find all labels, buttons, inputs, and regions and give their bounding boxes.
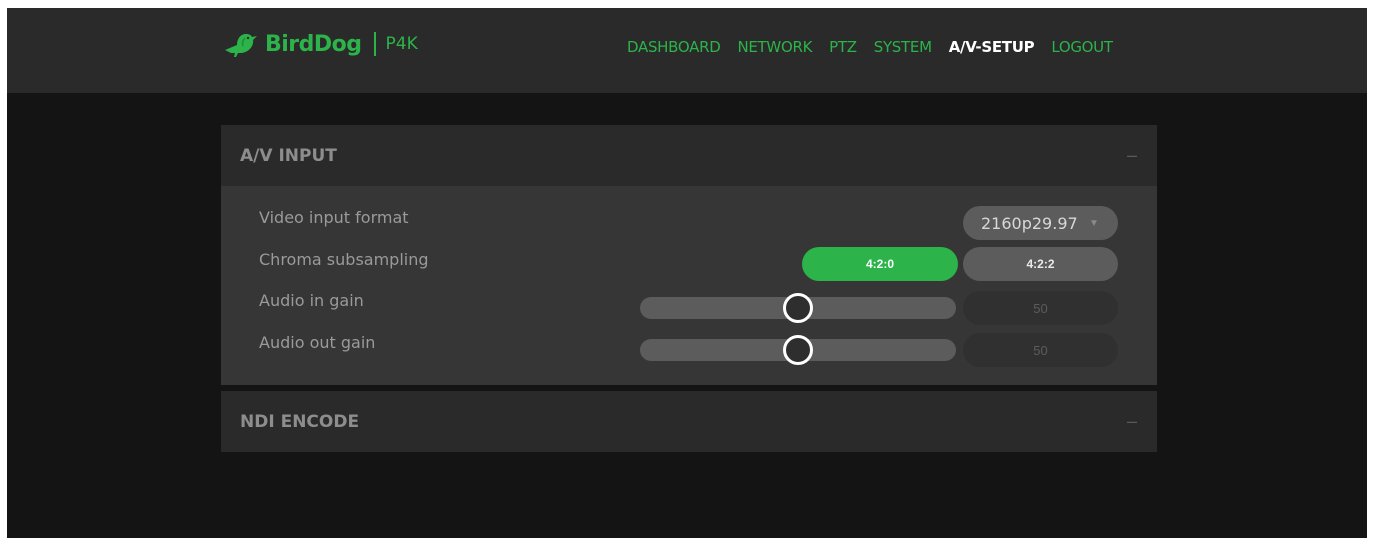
bird-logo-icon (225, 34, 257, 57)
chroma-subsampling-label: Chroma subsampling (259, 250, 429, 269)
app-frame: BirdDog P4K DASHBOARD NETWORK PTZ SYSTEM… (7, 8, 1367, 538)
ndi-encode-panel: NDI ENCODE – (221, 391, 1157, 452)
nav-ptz[interactable]: PTZ (829, 38, 857, 56)
model-name: P4K (385, 34, 418, 54)
audio-out-gain-value[interactable]: 50 (963, 333, 1118, 367)
audio-out-gain-knob[interactable] (783, 335, 813, 365)
logo[interactable]: BirdDog P4K (223, 24, 418, 64)
audio-out-gain-label: Audio out gain (259, 333, 376, 352)
nav-logout[interactable]: LOGOUT (1051, 38, 1113, 56)
av-input-body: Video input format 2160p29.97 ▼ Chroma s… (221, 186, 1157, 385)
video-input-format-select[interactable]: 2160p29.97 ▼ (963, 206, 1118, 240)
audio-out-gain-slider[interactable] (640, 335, 956, 365)
top-bar: BirdDog P4K DASHBOARD NETWORK PTZ SYSTEM… (7, 8, 1367, 93)
brand-name: BirdDog (265, 31, 362, 57)
chroma-420-button[interactable]: 4:2:0 (802, 247, 958, 281)
video-input-format-value: 2160p29.97 (981, 213, 1078, 233)
chevron-down-icon: ▼ (1089, 217, 1099, 229)
main-nav: DASHBOARD NETWORK PTZ SYSTEM A/V-SETUP L… (627, 38, 1113, 56)
ndi-encode-title: NDI ENCODE (240, 411, 360, 432)
audio-in-gain-knob[interactable] (783, 293, 813, 323)
nav-network[interactable]: NETWORK (737, 38, 812, 56)
video-input-format-label: Video input format (259, 208, 409, 227)
collapse-icon[interactable]: – (1127, 145, 1137, 166)
brand-separator (373, 32, 376, 56)
audio-in-gain-label: Audio in gain (259, 291, 364, 310)
audio-in-gain-value[interactable]: 50 (963, 291, 1118, 325)
av-input-header[interactable]: A/V INPUT – (221, 125, 1157, 186)
ndi-encode-header[interactable]: NDI ENCODE – (221, 391, 1157, 452)
collapse-icon[interactable]: – (1127, 411, 1137, 432)
nav-dashboard[interactable]: DASHBOARD (627, 38, 721, 56)
nav-av-setup[interactable]: A/V-SETUP (949, 38, 1035, 56)
audio-in-gain-slider[interactable] (640, 293, 956, 323)
chroma-422-button[interactable]: 4:2:2 (963, 247, 1118, 281)
av-input-panel: A/V INPUT – Video input format 2160p29.9… (221, 125, 1157, 385)
av-input-title: A/V INPUT (240, 145, 337, 166)
nav-system[interactable]: SYSTEM (874, 38, 932, 56)
